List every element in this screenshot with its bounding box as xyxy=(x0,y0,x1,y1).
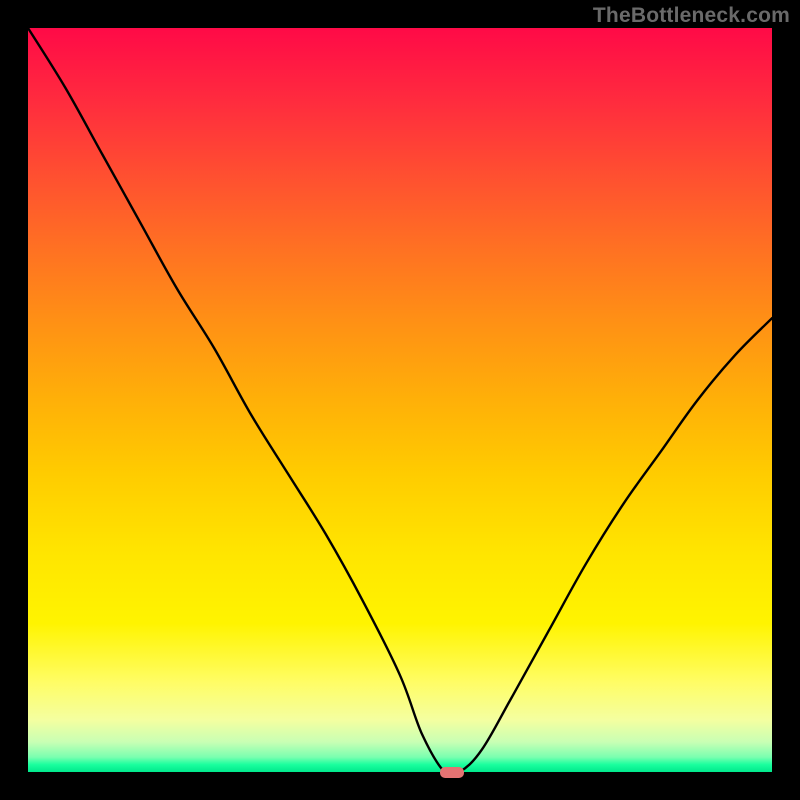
bottleneck-curve-path xyxy=(28,28,772,776)
curve-svg xyxy=(28,28,772,772)
plot-area xyxy=(28,28,772,772)
bottleneck-chart: TheBottleneck.com xyxy=(0,0,800,800)
watermark-text: TheBottleneck.com xyxy=(593,4,790,28)
bottleneck-marker xyxy=(440,767,464,778)
